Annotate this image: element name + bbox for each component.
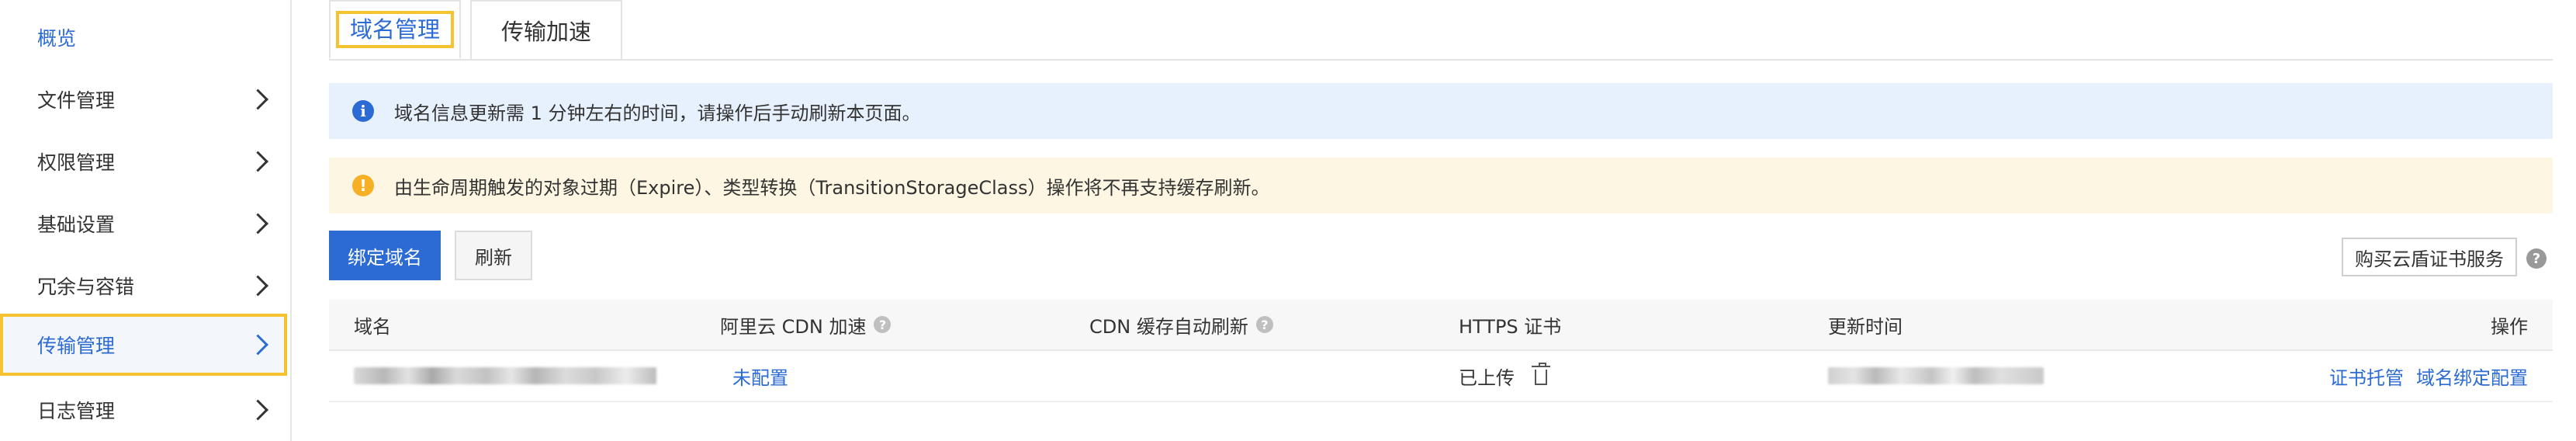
sidebar-item-permission-management[interactable]: 权限管理 xyxy=(0,130,287,193)
sidebar-item-file-management[interactable]: 文件管理 xyxy=(0,68,287,130)
bind-domain-button[interactable]: 绑定域名 xyxy=(329,231,441,280)
column-header-update-time: 更新时间 xyxy=(1828,315,1903,338)
column-header-cdn-refresh: CDN 缓存自动刷新? xyxy=(1089,300,1273,349)
sidebar-item-label: 基础设置 xyxy=(37,214,116,236)
cdn-status-link[interactable]: 未配置 xyxy=(732,351,788,401)
tab-domain-management[interactable]: 域名管理 xyxy=(329,0,461,59)
refresh-button[interactable]: 刷新 xyxy=(455,231,532,280)
help-icon[interactable]: ? xyxy=(2526,248,2547,269)
sidebar-item-log-management[interactable]: 日志管理 xyxy=(0,379,287,441)
sidebar: 概览 文件管理 权限管理 基础设置 冗余与容错 传输管理 日志管理 xyxy=(0,0,292,441)
chevron-right-icon xyxy=(248,213,268,234)
info-banner: i 域名信息更新需 1 分钟左右的时间，请操作后手动刷新本页面。 xyxy=(329,83,2553,139)
domain-cell xyxy=(354,351,656,401)
warning-icon: ! xyxy=(352,175,374,196)
https-status: 已上传 xyxy=(1459,366,1515,389)
chevron-right-icon xyxy=(248,89,268,110)
chevron-right-icon xyxy=(248,334,268,356)
sidebar-item-label: 传输管理 xyxy=(37,335,116,357)
info-banner-text: 域名信息更新需 1 分钟左右的时间，请操作后手动刷新本页面。 xyxy=(394,102,921,124)
table-header: 域名 阿里云 CDN 加速? CDN 缓存自动刷新? HTTPS 证书 更新时间… xyxy=(329,300,2553,351)
actions-cell: 证书托管 域名绑定配置 xyxy=(2329,351,2528,401)
cert-hosting-link[interactable]: 证书托管 xyxy=(2329,363,2404,390)
chevron-right-icon xyxy=(248,399,268,421)
column-header-actions: 操作 xyxy=(2491,315,2528,338)
sidebar-item-overview[interactable]: 概览 xyxy=(0,6,287,68)
help-icon[interactable]: ? xyxy=(874,316,892,333)
warning-banner: ! 由生命周期触发的对象过期（Expire）、类型转换（TransitionSt… xyxy=(329,158,2553,214)
column-header-https: HTTPS 证书 xyxy=(1459,315,1562,338)
redacted-update-time xyxy=(1828,367,2044,384)
update-time-cell xyxy=(1828,351,2044,401)
info-icon: i xyxy=(352,100,374,122)
sidebar-item-label: 概览 xyxy=(37,27,77,50)
tab-bar: 域名管理 传输加速 xyxy=(329,0,2553,61)
domain-binding-config-link[interactable]: 域名绑定配置 xyxy=(2416,363,2528,390)
chevron-right-icon xyxy=(248,151,268,172)
help-icon[interactable]: ? xyxy=(1255,316,1273,333)
table-row: 未配置 已上传 证书托管 域名绑定配置 xyxy=(329,351,2553,402)
tab-label: 域名管理 xyxy=(335,11,454,48)
column-header-cdn: 阿里云 CDN 加速? xyxy=(720,300,892,349)
sidebar-item-label: 文件管理 xyxy=(37,89,116,112)
warning-banner-text: 由生命周期触发的对象过期（Expire）、类型转换（TransitionStor… xyxy=(394,176,1270,199)
https-cell: 已上传 xyxy=(1459,351,1550,401)
trash-icon[interactable] xyxy=(1532,363,1550,385)
sidebar-item-label: 冗余与容错 xyxy=(37,276,135,298)
tab-label: 传输加速 xyxy=(500,19,591,45)
sidebar-item-basic-settings[interactable]: 基础设置 xyxy=(0,193,287,255)
chevron-right-icon xyxy=(248,275,268,297)
sidebar-item-label: 日志管理 xyxy=(37,400,116,422)
buy-certificate-button[interactable]: 购买云盾证书服务 xyxy=(2342,238,2517,276)
sidebar-item-label: 权限管理 xyxy=(37,151,116,174)
tab-transfer-acceleration[interactable]: 传输加速 xyxy=(470,0,622,59)
sidebar-item-redundancy[interactable]: 冗余与容错 xyxy=(0,255,287,317)
redacted-domain xyxy=(354,367,656,384)
sidebar-item-transfer-management[interactable]: 传输管理 xyxy=(0,314,287,376)
column-header-domain: 域名 xyxy=(354,315,391,338)
